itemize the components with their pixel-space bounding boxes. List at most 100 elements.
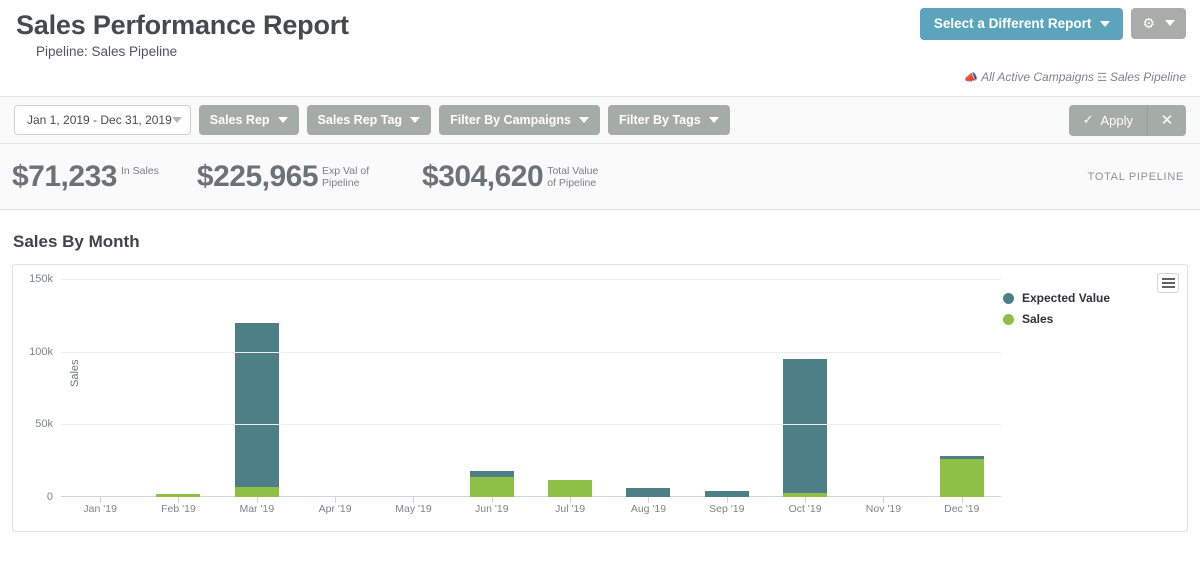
x-axis-tick-label: Jun '19 [475, 503, 509, 515]
x-axis-tick-label: May '19 [395, 503, 432, 515]
date-range-value: Jan 1, 2019 - Dec 31, 2019 [27, 113, 172, 127]
stacked-bar[interactable] [626, 488, 671, 497]
breadcrumb-campaigns[interactable]: All Active Campaigns [981, 70, 1094, 84]
gridline [61, 351, 1001, 353]
bar-segment-sales[interactable] [234, 486, 279, 497]
bar-slot [139, 279, 217, 503]
bar-segment-expected-value[interactable] [626, 488, 671, 497]
page-header: Sales Performance Report Pipeline: Sales… [0, 0, 1200, 96]
filter-toolbar: Jan 1, 2019 - Dec 31, 2019 Sales Rep Sal… [0, 96, 1200, 144]
legend-item-sales[interactable]: Sales [1003, 312, 1110, 326]
pipeline-icon: ☲ [1097, 71, 1107, 84]
bar-segment-sales[interactable] [469, 476, 514, 497]
chevron-down-icon [277, 117, 288, 123]
bar-slot [296, 279, 374, 503]
gear-icon: ⚙ [1142, 15, 1155, 31]
bar-slot [766, 279, 844, 503]
gridline [61, 279, 1001, 280]
filter-label: Filter By Campaigns [450, 113, 571, 127]
total-pipeline-label: TOTAL PIPELINE [1087, 170, 1184, 183]
kpi-in-sales: $71,233 In Sales [12, 159, 159, 193]
kpi-summary-bar: $71,233 In Sales $225,965 Exp Val of Pip… [0, 144, 1200, 210]
filter-sales-rep-tag-button[interactable]: Sales Rep Tag [306, 105, 432, 135]
chevron-down-icon [1165, 20, 1175, 26]
chevron-down-icon [578, 117, 589, 123]
filter-label: Sales Rep [209, 113, 270, 127]
bar-slot [923, 279, 1001, 503]
bar-slot [844, 279, 922, 503]
apply-button[interactable]: ✓ Apply [1069, 104, 1148, 136]
y-axis-tick-label: 50k [35, 418, 53, 431]
date-range-picker[interactable]: Jan 1, 2019 - Dec 31, 2019 [14, 105, 191, 135]
filter-by-tags-button[interactable]: Filter By Tags [607, 105, 730, 135]
filter-label: Sales Rep Tag [317, 113, 403, 127]
stacked-bar[interactable] [234, 322, 279, 497]
stacked-bar[interactable] [783, 358, 828, 497]
kpi-label: Exp Val of Pipeline [322, 164, 370, 189]
select-report-label: Select a Different Report [933, 16, 1092, 31]
legend-label: Sales [1022, 312, 1054, 326]
bar-slot [218, 279, 296, 503]
select-different-report-button[interactable]: Select a Different Report [919, 8, 1124, 40]
breadcrumb-pipeline[interactable]: Sales Pipeline [1110, 70, 1186, 84]
kpi-value: $304,620 [422, 159, 544, 193]
x-axis-tick-label: Dec '19 [944, 503, 980, 515]
kpi-label: Total Value of Pipeline [547, 164, 599, 189]
section-title: Sales By Month [13, 232, 140, 251]
chart-bars [61, 279, 1001, 503]
x-axis-tick-label: Jul '19 [555, 503, 586, 515]
bar-slot [453, 279, 531, 503]
y-axis-tick-label: 0 [46, 491, 53, 503]
bar-slot [61, 279, 139, 503]
sales-by-month-chart-card: Expected Value Sales Sales 0 50k 100k 150k … [12, 264, 1188, 532]
hamburger-menu-icon[interactable] [1157, 273, 1179, 293]
bar-segment-expected-value[interactable] [234, 322, 279, 487]
bar-segment-sales[interactable] [548, 479, 593, 497]
x-axis-tick-label: Aug '19 [630, 503, 667, 515]
chevron-down-icon [410, 117, 421, 123]
settings-button[interactable]: ⚙ [1131, 8, 1186, 39]
x-axis-tick-label: Sep '19 [709, 503, 745, 515]
legend-label: Expected Value [1022, 291, 1111, 305]
bar-segment-expected-value[interactable] [783, 358, 828, 493]
close-icon: ✕ [1160, 112, 1174, 129]
chevron-down-icon [171, 117, 182, 123]
apply-label: Apply [1100, 112, 1133, 128]
chart-legend: Expected Value Sales [1003, 291, 1110, 326]
kpi-value: $71,233 [12, 159, 117, 193]
bar-segment-sales[interactable] [939, 459, 984, 497]
filter-by-campaigns-button[interactable]: Filter By Campaigns [439, 105, 600, 135]
megaphone-icon: 📣 [964, 71, 979, 84]
kpi-label: In Sales [120, 164, 159, 177]
bar-slot [609, 279, 687, 503]
x-axis-tick-label: Feb '19 [161, 503, 196, 515]
legend-item-expected-value[interactable]: Expected Value [1003, 291, 1110, 305]
x-axis-tick-label: Apr '19 [318, 503, 352, 515]
legend-color-swatch [1003, 292, 1014, 304]
kpi-total-value-pipeline: $304,620 Total Value of Pipeline [422, 159, 609, 193]
stacked-bar[interactable] [939, 456, 984, 497]
x-axis-tick-label: Jan '19 [83, 503, 117, 515]
header-actions: Select a Different Report ⚙ [919, 8, 1186, 40]
y-axis-tick-label: 100k [29, 345, 53, 358]
bar-slot [531, 279, 609, 503]
filter-sales-rep-button[interactable]: Sales Rep [198, 105, 299, 135]
stacked-bar[interactable] [548, 479, 593, 497]
stacked-bar[interactable] [469, 470, 514, 497]
chevron-down-icon [708, 117, 719, 123]
legend-color-swatch [1003, 313, 1014, 325]
check-icon: ✓ [1082, 112, 1094, 127]
chevron-down-icon [1100, 20, 1111, 27]
x-axis-tick-label: Nov '19 [865, 503, 902, 515]
bar-slot [374, 279, 452, 503]
x-axis-tick-label: Mar '19 [239, 503, 275, 515]
gridline [61, 424, 1001, 426]
clear-filters-button[interactable]: ✕ [1148, 105, 1186, 136]
sales-by-month-section: Sales By Month Expected Value Sales Sale… [0, 210, 1200, 532]
filter-label: Filter By Tags [618, 113, 701, 127]
kpi-expected-value-pipeline: $225,965 Exp Val of Pipeline [196, 159, 384, 193]
kpi-value: $225,965 [196, 159, 319, 193]
y-axis-tick-label: 150k [29, 273, 53, 285]
bar-slot [688, 279, 766, 503]
breadcrumb: 📣 All Active Campaigns ☲ Sales Pipeline [964, 70, 1186, 84]
